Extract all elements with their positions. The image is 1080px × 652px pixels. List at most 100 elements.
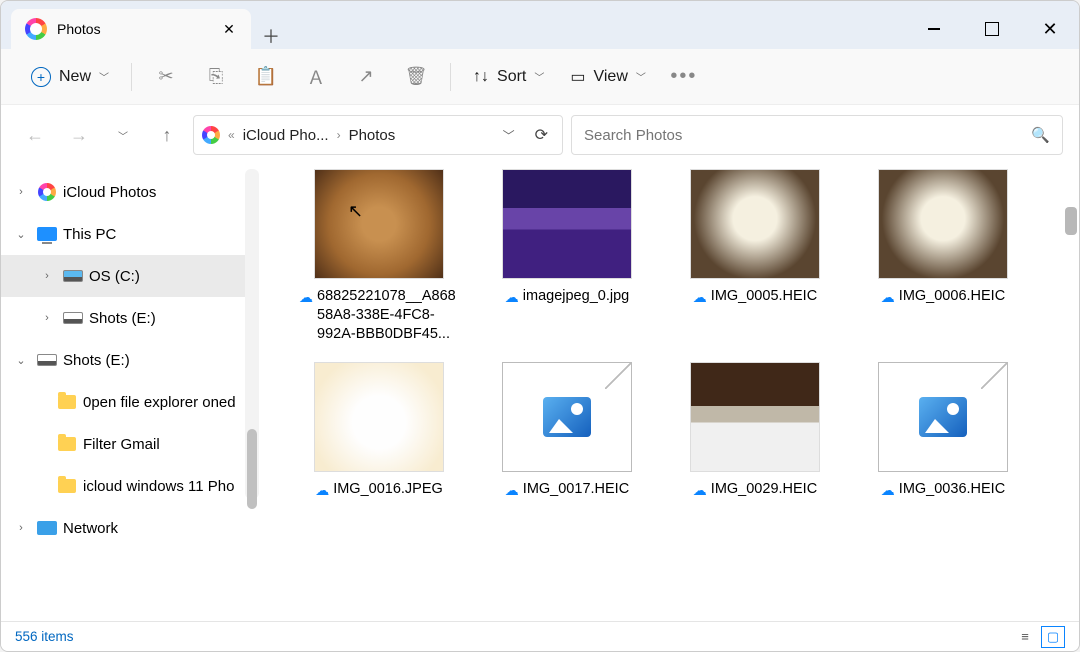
sidebar-scrollbar-track[interactable] bbox=[245, 169, 259, 499]
chevron-right-icon[interactable]: › bbox=[37, 312, 57, 324]
tab-photos[interactable]: Photos ✕ bbox=[11, 9, 251, 49]
recent-locations-button[interactable]: ﹀ bbox=[105, 117, 141, 153]
folder-icon bbox=[58, 479, 76, 493]
file-name: IMG_0029.HEIC bbox=[711, 480, 817, 499]
chevron-down-icon: ﹀ bbox=[534, 69, 544, 84]
sidebar-item-label: Filter Gmail bbox=[83, 436, 160, 453]
generic-image-icon bbox=[919, 397, 967, 437]
content-area[interactable]: ☁ 68825221078__A86858A8-338E-4FC8-992A-BB… bbox=[259, 165, 1079, 621]
file-item[interactable]: ☁IMG_0005.HEIC bbox=[665, 169, 845, 344]
file-item[interactable]: ☁68825221078__A86858A8-338E-4FC8-992A-BB… bbox=[289, 169, 469, 344]
file-item[interactable]: ☁IMG_0036.HEIC bbox=[853, 362, 1033, 499]
nav-pane: › iCloud Photos ⌄ This PC › OS (C:) › Sh… bbox=[1, 165, 259, 621]
status-text: 556 items bbox=[15, 629, 74, 644]
sidebar-item-label: Network bbox=[63, 520, 118, 537]
forward-button[interactable]: → bbox=[61, 117, 97, 153]
cloud-icon: ☁ bbox=[505, 482, 519, 499]
breadcrumb-seg-2[interactable]: Photos bbox=[349, 127, 396, 144]
address-bar[interactable]: « iCloud Pho... › Photos ﹀ ⟳ bbox=[193, 115, 563, 155]
address-dropdown-icon[interactable]: ﹀ bbox=[497, 127, 521, 144]
command-bar: + New ﹀ ✂ ⎘ 📋 Ａ ↗ 🗑 ↑↓ Sort ﹀ ▭ View ﹀ •… bbox=[1, 49, 1079, 105]
back-button[interactable]: ← bbox=[17, 117, 53, 153]
cloud-icon: ☁ bbox=[693, 289, 707, 306]
paste-icon[interactable]: 📋 bbox=[244, 59, 288, 95]
photos-app-icon bbox=[38, 183, 56, 201]
thumbnail bbox=[502, 362, 632, 472]
delete-icon[interactable]: 🗑 bbox=[394, 59, 438, 95]
chevron-right-icon[interactable]: › bbox=[11, 186, 31, 198]
copy-icon[interactable]: ⎘ bbox=[194, 59, 238, 95]
sidebar-item-folder-open-explorer[interactable]: 0pen file explorer oned bbox=[1, 381, 259, 423]
thumbnail bbox=[690, 362, 820, 472]
sidebar-item-icloud-photos[interactable]: › iCloud Photos bbox=[1, 171, 259, 213]
file-item[interactable]: ☁IMG_0017.HEIC bbox=[477, 362, 657, 499]
file-item[interactable]: ☁IMG_0029.HEIC bbox=[665, 362, 845, 499]
icons-view-button[interactable]: ▢ bbox=[1041, 626, 1065, 648]
sort-label: Sort bbox=[497, 68, 526, 86]
status-bar: 556 items ≡ ▢ bbox=[1, 621, 1079, 651]
sidebar-item-label: icloud windows 11 Pho bbox=[83, 478, 234, 495]
search-box[interactable]: 🔍 bbox=[571, 115, 1063, 155]
titlebar: Photos ✕ ＋ ✕ bbox=[1, 1, 1079, 49]
cloud-icon: ☁ bbox=[881, 289, 895, 306]
view-mode-buttons: ≡ ▢ bbox=[1013, 626, 1065, 648]
view-label: View bbox=[593, 68, 627, 86]
folder-icon bbox=[58, 395, 76, 409]
file-name: IMG_0016.JPEG bbox=[333, 480, 443, 499]
sidebar-item-network[interactable]: › Network bbox=[1, 507, 259, 549]
sidebar-item-label: Shots (E:) bbox=[89, 310, 156, 327]
new-button[interactable]: + New ﹀ bbox=[21, 59, 119, 95]
chevron-right-icon[interactable]: › bbox=[37, 270, 57, 282]
more-button[interactable]: ••• bbox=[662, 59, 706, 95]
close-tab-icon[interactable]: ✕ bbox=[221, 21, 237, 37]
file-name: IMG_0036.HEIC bbox=[899, 480, 1005, 499]
breadcrumb-overflow-icon: « bbox=[228, 128, 235, 142]
search-input[interactable] bbox=[584, 127, 1031, 144]
window-controls: ✕ bbox=[905, 9, 1079, 49]
sidebar-item-this-pc[interactable]: ⌄ This PC bbox=[1, 213, 259, 255]
cut-icon[interactable]: ✂ bbox=[144, 59, 188, 95]
breadcrumb-seg-1[interactable]: iCloud Pho... bbox=[243, 127, 329, 144]
up-button[interactable]: ↑ bbox=[149, 117, 185, 153]
folder-icon bbox=[58, 437, 76, 451]
file-item[interactable]: ☁IMG_0016.JPEG bbox=[289, 362, 469, 499]
chevron-down-icon[interactable]: ⌄ bbox=[11, 354, 31, 367]
chevron-right-icon[interactable]: › bbox=[11, 522, 31, 534]
file-name: IMG_0006.HEIC bbox=[899, 287, 1005, 306]
sort-button[interactable]: ↑↓ Sort ﹀ bbox=[463, 59, 554, 95]
share-icon[interactable]: ↗ bbox=[344, 59, 388, 95]
refresh-icon[interactable]: ⟳ bbox=[529, 125, 554, 145]
cloud-icon: ☁ bbox=[505, 289, 519, 306]
file-name: 68825221078__A86858A8-338E-4FC8-992A-BBB… bbox=[317, 287, 459, 344]
sidebar-item-os-c[interactable]: › OS (C:) bbox=[1, 255, 259, 297]
sidebar-item-shots-e-1[interactable]: › Shots (E:) bbox=[1, 297, 259, 339]
sidebar-scrollbar-thumb[interactable] bbox=[247, 429, 257, 509]
cloud-icon: ☁ bbox=[315, 482, 329, 499]
content-scrollbar-thumb[interactable] bbox=[1065, 207, 1077, 235]
details-view-button[interactable]: ≡ bbox=[1013, 626, 1037, 648]
sidebar-item-label: Shots (E:) bbox=[63, 352, 130, 369]
chevron-down-icon[interactable]: ⌄ bbox=[11, 228, 31, 241]
minimize-button[interactable] bbox=[905, 9, 963, 49]
sidebar-item-folder-filter-gmail[interactable]: Filter Gmail bbox=[1, 423, 259, 465]
file-name: IMG_0005.HEIC bbox=[711, 287, 817, 306]
body: › iCloud Photos ⌄ This PC › OS (C:) › Sh… bbox=[1, 165, 1079, 621]
generic-image-icon bbox=[543, 397, 591, 437]
sidebar-item-folder-icloud-win11[interactable]: icloud windows 11 Pho bbox=[1, 465, 259, 507]
chevron-down-icon: ﹀ bbox=[636, 69, 646, 84]
tab-title: Photos bbox=[57, 21, 211, 37]
view-button[interactable]: ▭ View ﹀ bbox=[560, 59, 656, 95]
explorer-window: Photos ✕ ＋ ✕ + New ﹀ ✂ ⎘ 📋 Ａ ↗ 🗑 ↑↓ Sort… bbox=[0, 0, 1080, 652]
new-tab-button[interactable]: ＋ bbox=[251, 23, 291, 49]
search-icon[interactable]: 🔍 bbox=[1031, 126, 1050, 144]
rename-icon[interactable]: Ａ bbox=[294, 59, 338, 95]
maximize-button[interactable] bbox=[963, 9, 1021, 49]
file-item[interactable]: ☁IMG_0006.HEIC bbox=[853, 169, 1033, 344]
drive-icon bbox=[63, 312, 83, 324]
file-item[interactable]: ☁imagejpeg_0.jpg bbox=[477, 169, 657, 344]
sidebar-item-shots-e-2[interactable]: ⌄ Shots (E:) bbox=[1, 339, 259, 381]
thumbnail bbox=[314, 362, 444, 472]
close-window-button[interactable]: ✕ bbox=[1021, 9, 1079, 49]
cloud-icon: ☁ bbox=[881, 482, 895, 499]
nav-row: ← → ﹀ ↑ « iCloud Pho... › Photos ﹀ ⟳ 🔍 bbox=[1, 105, 1079, 165]
